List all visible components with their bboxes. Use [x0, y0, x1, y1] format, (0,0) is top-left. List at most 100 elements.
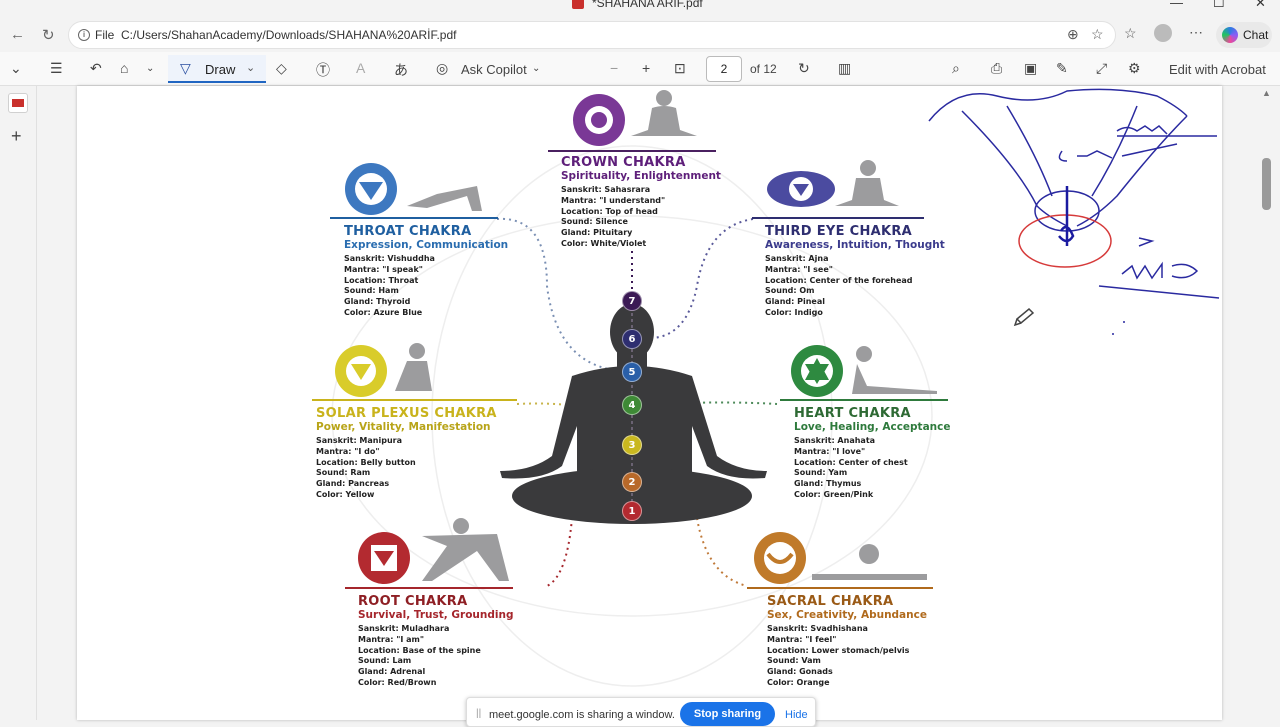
pdf-tab-icon[interactable]: [8, 93, 28, 113]
heart-row: Mantra: "I love": [794, 446, 866, 456]
settings-gear-icon[interactable]: ⚙: [1128, 60, 1141, 77]
zoom-in-icon[interactable]: +: [642, 60, 650, 76]
root-subtitle: Survival, Trust, Grounding: [358, 609, 514, 621]
copilot-chat-button[interactable]: Chat: [1216, 22, 1272, 48]
favorites-icon[interactable]: ☆: [1124, 25, 1137, 42]
throat-bar: [330, 217, 498, 219]
minimize-icon[interactable]: —: [1170, 0, 1183, 10]
crown-symbol: [573, 94, 625, 146]
heart-chakra-block: HEART CHAKRA Love, Healing, Acceptance S…: [794, 406, 950, 501]
solar-plexus-subtitle: Power, Vitality, Manifestation: [316, 421, 491, 433]
add-tab-icon[interactable]: +: [11, 126, 22, 147]
screen-share-notice: || meet.google.com is sharing a window. …: [466, 697, 816, 727]
stop-sharing-button[interactable]: Stop sharing: [680, 702, 775, 726]
ask-copilot-chevron-icon[interactable]: ⌄: [532, 63, 540, 74]
browser-address-row: ← ↻ i File C:/Users/ShahanAcademy/Downlo…: [0, 18, 1280, 52]
sacral-bar: [747, 587, 933, 589]
translate-icon[interactable]: あ: [394, 60, 408, 80]
zoom-out-icon[interactable]: −: [610, 60, 618, 76]
vertical-scrollbar[interactable]: [1262, 158, 1271, 210]
draw-chevron-icon[interactable]: ⌄: [246, 61, 255, 74]
undo-icon[interactable]: ↶: [90, 60, 102, 77]
text-format-icon: A: [356, 60, 366, 76]
ask-copilot-label[interactable]: Ask Copilot: [461, 62, 527, 77]
address-field[interactable]: i File C:/Users/ShahanAcademy/Downloads/…: [68, 21, 1116, 49]
solar-plexus-row: Location: Belly button: [316, 457, 416, 467]
text-box-icon[interactable]: Ⓣ: [316, 60, 330, 80]
throat-symbol: [345, 163, 397, 215]
throat-subtitle: Expression, Communication: [344, 239, 509, 251]
maximize-icon[interactable]: ☐: [1213, 0, 1225, 11]
third-eye-row: Location: Center of the forehead: [765, 275, 913, 285]
save-as-icon[interactable]: ✎: [1056, 60, 1068, 77]
crown-row: Gland: Pituitary: [561, 228, 633, 238]
throat-row: Sound: Ham: [344, 286, 399, 296]
sacral-symbol: [754, 532, 806, 584]
root-row: Sound: Lam: [358, 656, 412, 666]
throat-row: Mantra: "I speak": [344, 264, 423, 274]
root-title: ROOT CHAKRA: [358, 594, 468, 609]
root-chakra-block: ROOT CHAKRA Survival, Trust, Grounding S…: [358, 594, 513, 689]
window-title: *SHAHANA ARİF.pdf: [592, 0, 703, 10]
solar-plexus-chakra-block: SOLAR PLEXUS CHAKRA Power, Vitality, Man…: [316, 406, 497, 501]
sacral-row: Sanskrit: Svadhishana: [767, 624, 868, 633]
eraser-icon[interactable]: ◇: [276, 60, 287, 77]
highlight-icon[interactable]: ⌂: [120, 60, 128, 76]
info-icon[interactable]: i: [78, 29, 90, 41]
back-icon[interactable]: ←: [10, 26, 25, 43]
fullscreen-icon[interactable]: ⤢: [1096, 60, 1107, 77]
refresh-icon[interactable]: ↻: [42, 26, 55, 44]
url-text[interactable]: C:/Users/ShahanAcademy/Downloads/SHAHANA…: [121, 28, 456, 42]
contents-list-icon[interactable]: ☰: [50, 60, 63, 77]
scroll-up-icon[interactable]: ▲: [1262, 88, 1271, 98]
chakra-node-5: 5: [622, 362, 642, 382]
heart-title: HEART CHAKRA: [794, 406, 911, 421]
more-menu-icon[interactable]: ⋯: [1189, 24, 1203, 41]
search-icon[interactable]: ⌕: [952, 60, 960, 77]
crown-row: Sanskrit: Sahasrara: [561, 185, 651, 194]
heart-row: Location: Center of chest: [794, 457, 908, 467]
root-row: Mantra: "I am": [358, 634, 425, 644]
sacral-row: Color: Orange: [767, 677, 830, 687]
crown-title: CROWN CHAKRA: [561, 155, 686, 170]
edit-with-acrobat-button[interactable]: Edit with Acrobat: [1169, 62, 1266, 77]
collapse-chevron-icon[interactable]: ⌄: [10, 60, 22, 77]
drag-handle-icon[interactable]: ||: [476, 708, 481, 719]
page-number-input[interactable]: 2: [706, 56, 742, 82]
ask-copilot-icon[interactable]: ◎: [436, 60, 448, 77]
page-view-icon[interactable]: ▥: [838, 60, 851, 77]
solar-plexus-row: Gland: Pancreas: [316, 479, 390, 489]
draw-button[interactable]: ▽ Draw ⌄: [168, 55, 266, 83]
favorite-star-icon[interactable]: ☆: [1091, 26, 1104, 43]
profile-avatar[interactable]: [1154, 24, 1172, 42]
protocol-label: File: [95, 28, 115, 42]
heart-subtitle: Love, Healing, Acceptance: [794, 421, 951, 433]
crown-row: Mantra: "I understand": [561, 195, 666, 205]
crown-row: Sound: Silence: [561, 217, 628, 227]
third-eye-title: THIRD EYE CHAKRA: [765, 224, 913, 239]
root-row: Color: Red/Brown: [358, 677, 437, 687]
highlight-chevron-icon[interactable]: ⌄: [146, 63, 154, 74]
print-icon[interactable]: ⎙: [991, 60, 1002, 77]
heart-bar: [780, 399, 948, 401]
read-aloud-icon[interactable]: ⊕: [1067, 26, 1079, 43]
sacral-row: Sound: Vam: [767, 656, 821, 666]
heart-row: Gland: Thymus: [794, 479, 862, 489]
close-window-icon[interactable]: ✕: [1255, 0, 1266, 11]
hide-button[interactable]: Hide: [785, 709, 808, 721]
handwritten-annotation: [928, 88, 1220, 335]
heart-row: Sound: Yam: [794, 468, 848, 478]
save-icon[interactable]: ▣: [1024, 60, 1037, 77]
draw-pen-icon: ▽: [180, 60, 191, 76]
crown-chakra-block: CROWN CHAKRA Spirituality, Enlightenment…: [561, 155, 721, 250]
fit-page-icon[interactable]: ⊡: [674, 60, 686, 77]
root-bar: [345, 587, 513, 589]
throat-pose-figure: [407, 186, 482, 211]
root-symbol: [358, 532, 410, 584]
chakra-node-3: 3: [622, 435, 642, 455]
solar-plexus-row: Sound: Ram: [316, 468, 371, 478]
third-eye-row: Mantra: "I see": [765, 264, 833, 274]
rotate-icon[interactable]: ↻: [798, 60, 810, 77]
crown-bar: [548, 150, 716, 152]
third-eye-bar: [752, 217, 924, 219]
